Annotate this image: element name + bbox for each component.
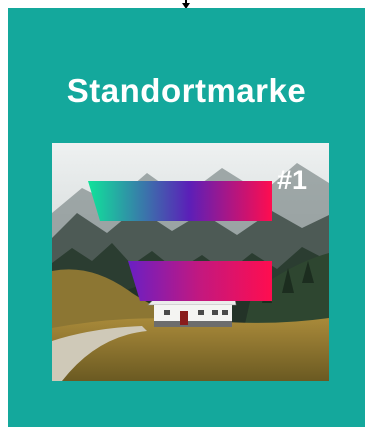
location-photo: #1 [52,143,329,381]
card-title: Standortmarke [66,72,307,109]
rank-badge: #1 [276,165,307,195]
canvas: Standortmarke #1 [0,0,365,434]
location-mark-card[interactable]: Standortmarke #1 [8,8,365,427]
